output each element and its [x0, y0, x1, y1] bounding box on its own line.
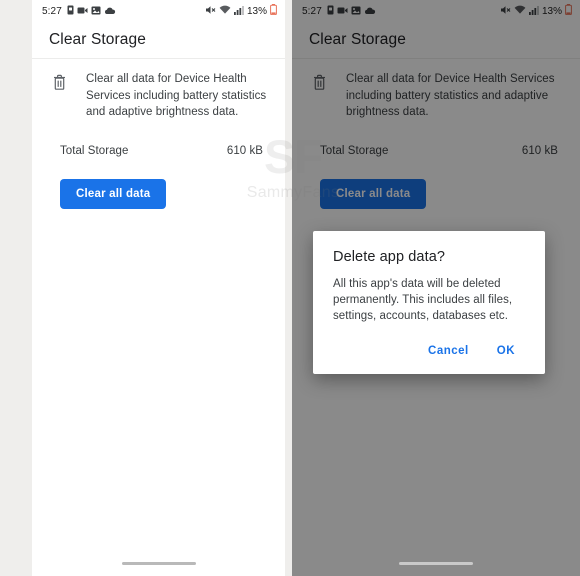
- dialog-cancel-button[interactable]: Cancel: [418, 338, 479, 364]
- phone-screen-before: 5:27 13% Clear Storage Clear all data fo…: [32, 0, 285, 576]
- dialog-actions: Cancel OK: [333, 338, 525, 368]
- gallery-icon: [91, 2, 101, 20]
- app-bar: Clear Storage: [32, 22, 285, 59]
- clear-all-data-button[interactable]: Clear all data: [60, 178, 167, 209]
- cloud-icon: [104, 2, 116, 20]
- description-text: Clear all data for Device Health Service…: [86, 73, 267, 118]
- dialog-title: Delete app data?: [333, 249, 446, 265]
- mute-icon: [205, 2, 216, 20]
- phone-screen-after: 5:27 13% Clear Storage Clear all data fo…: [292, 0, 580, 576]
- home-gesture-pill[interactable]: [121, 561, 196, 565]
- clear-storage-content: Clear all data for Device Health Service…: [32, 59, 285, 209]
- video-camera-icon: [77, 2, 88, 20]
- total-storage-row: Total Storage 610 kB: [32, 145, 285, 157]
- gesture-nav-bar: [32, 550, 285, 576]
- sim-card-icon: [67, 2, 74, 20]
- description-row: Clear all data for Device Health Service…: [32, 71, 285, 121]
- wifi-icon: [219, 2, 231, 20]
- gesture-nav-bar: [292, 550, 580, 576]
- status-bar-system-icons: 13%: [205, 2, 277, 20]
- trash-icon-cell: [32, 71, 86, 121]
- total-storage-value: 610 kB: [226, 144, 263, 157]
- home-gesture-pill[interactable]: [399, 561, 473, 565]
- trash-icon: [52, 74, 67, 121]
- page-title: Clear Storage: [49, 31, 146, 48]
- status-bar-clock: 5:27: [42, 5, 62, 17]
- cellular-signal-icon: [233, 2, 244, 20]
- clear-button-container: Clear all data: [32, 157, 285, 209]
- status-bar-notification-icons: [67, 2, 116, 20]
- screenshot-pair: 5:27 13% Clear Storage Clear all data fo…: [0, 0, 580, 576]
- total-storage-label: Total Storage: [60, 144, 129, 157]
- dialog-ok-button[interactable]: OK: [487, 338, 525, 364]
- dialog-message: All this app's data will be deleted perm…: [333, 278, 513, 322]
- battery-percent-label: 13%: [246, 5, 267, 17]
- battery-icon: [270, 2, 277, 20]
- status-bar: 5:27 13%: [32, 0, 285, 22]
- delete-app-data-dialog: Delete app data? All this app's data wil…: [313, 231, 545, 374]
